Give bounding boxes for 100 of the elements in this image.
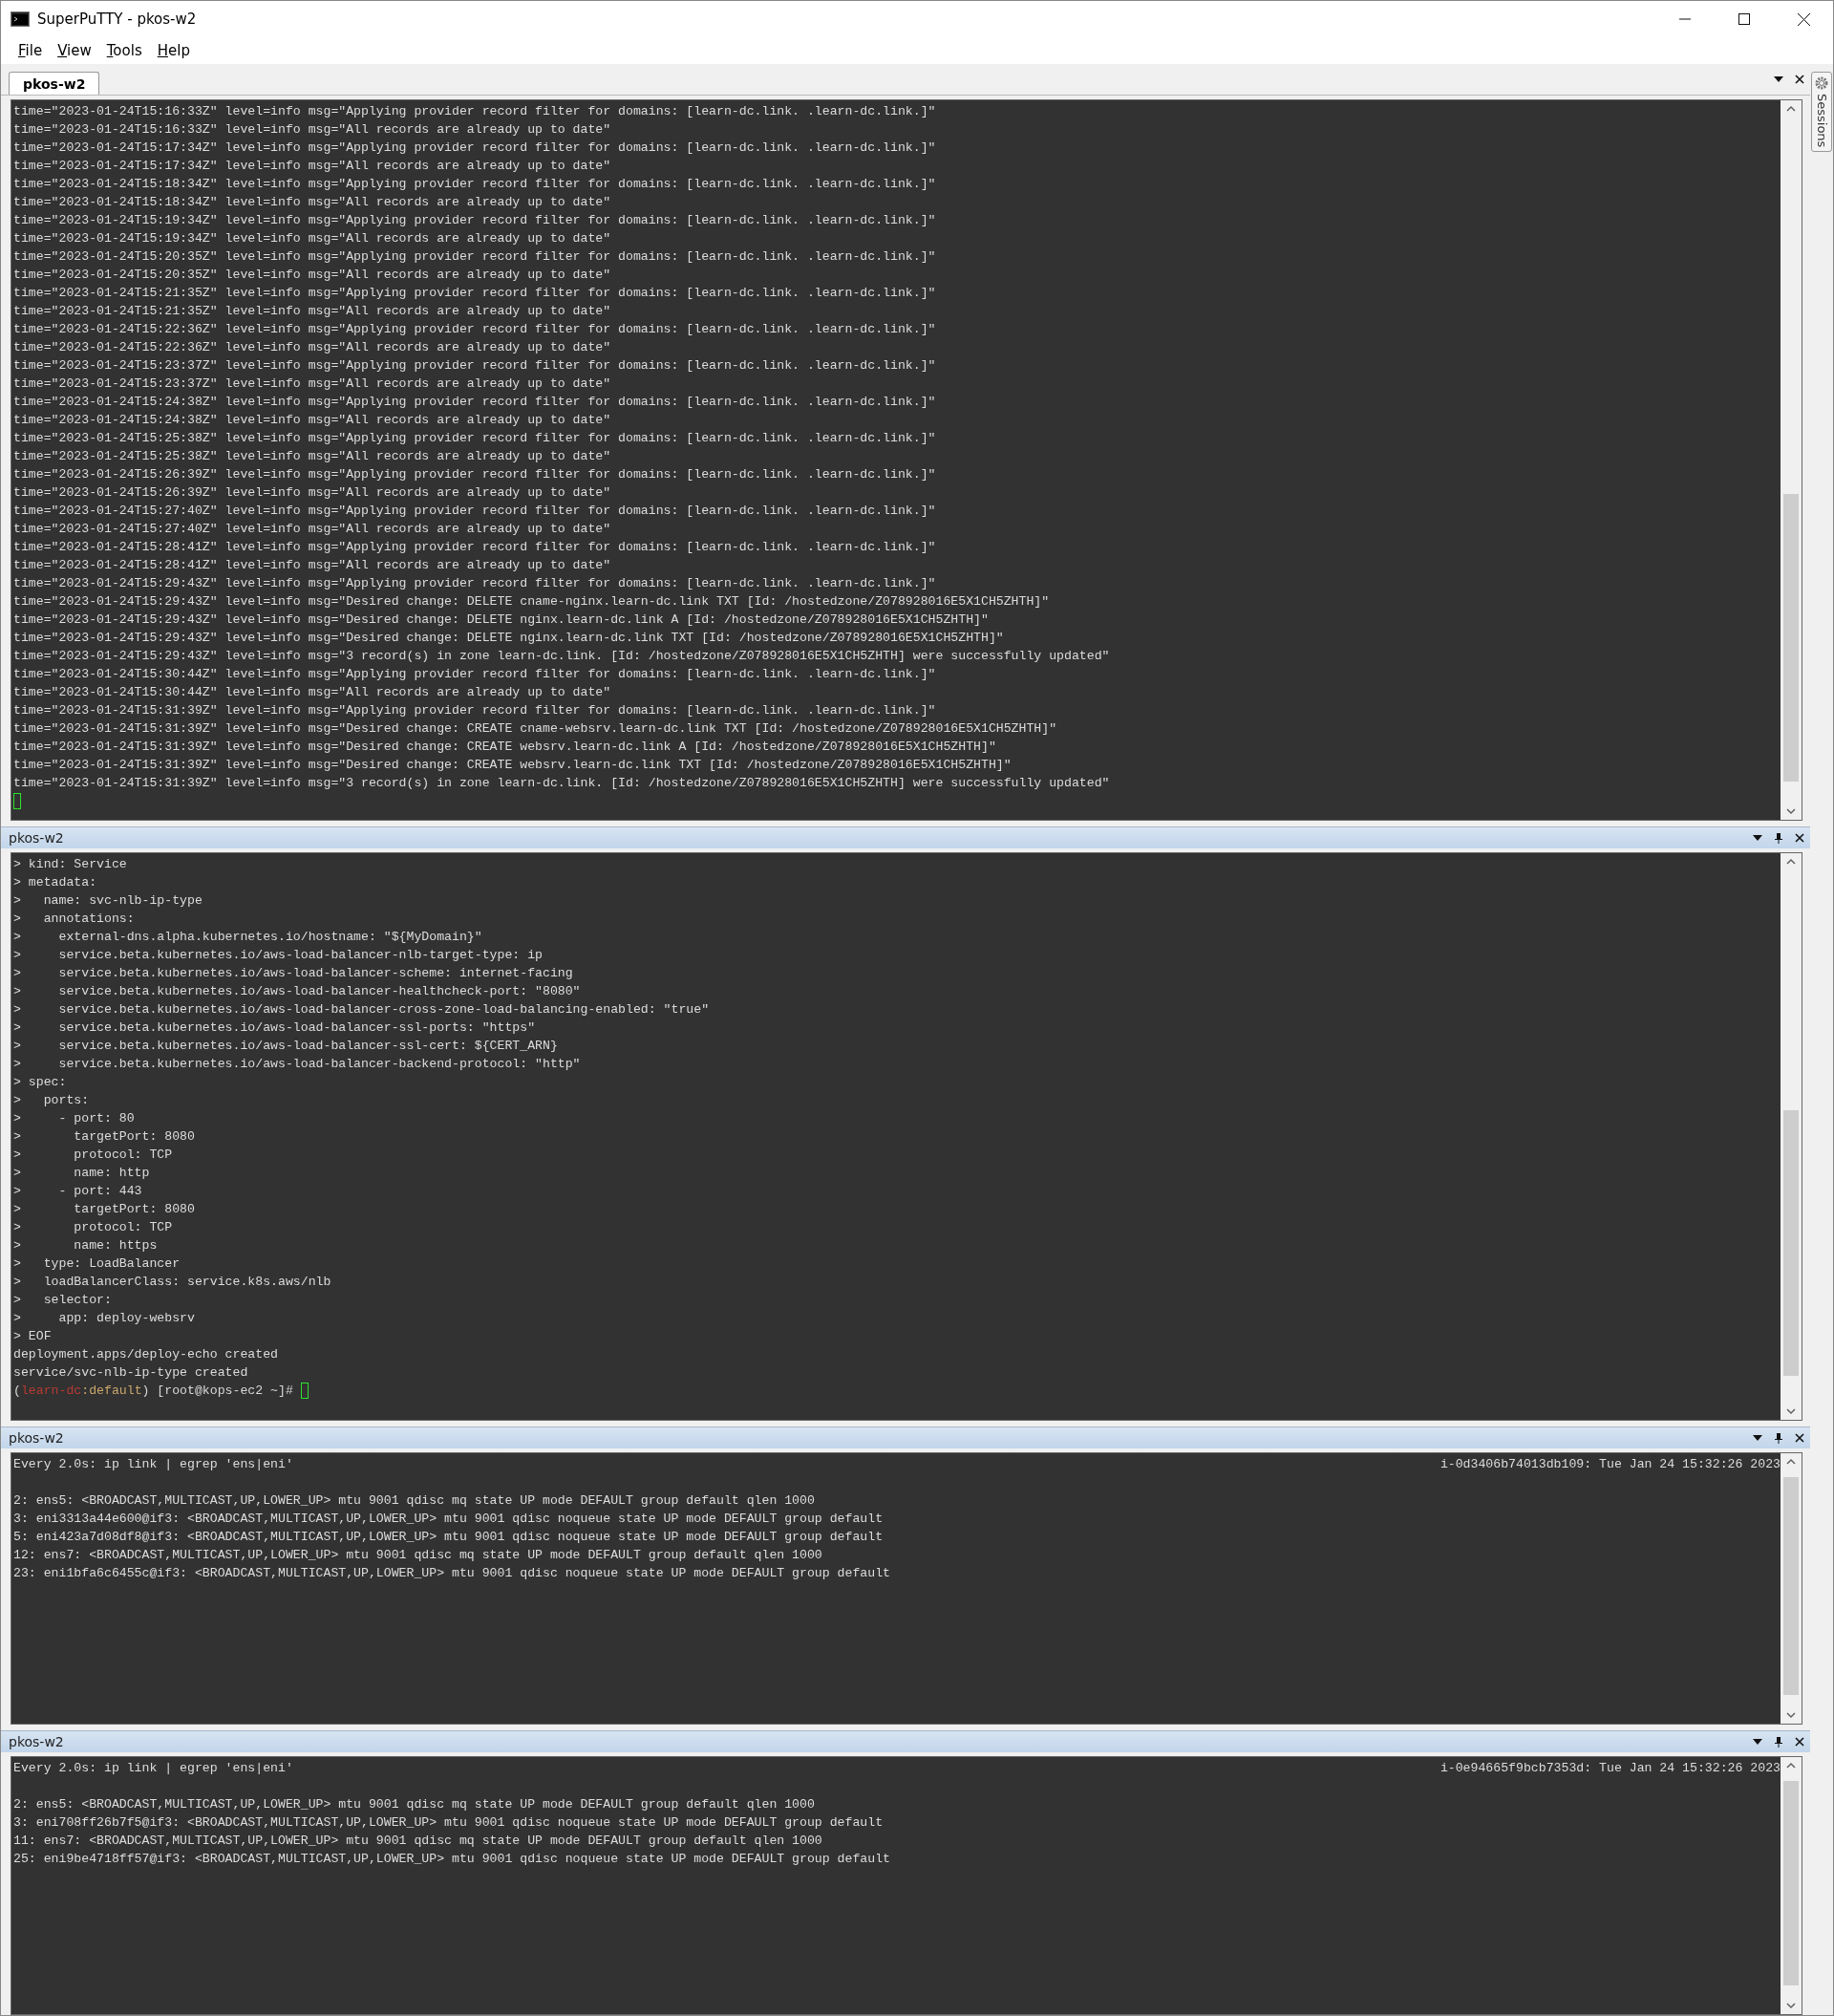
- terminal-line: > external-dns.alpha.kubernetes.io/hostname: "${MyDomain}": [13, 929, 483, 946]
- scroll-thumb[interactable]: [1783, 1781, 1799, 1986]
- menu-item[interactable]: File: [11, 40, 51, 61]
- terminal-line: time="2023-01-24T15:18:34Z" level=info msg="Applying provider record filter for domains: [learn-dc.link. .learn-dc.link.]": [13, 176, 937, 193]
- terminal-line: time="2023-01-24T15:28:41Z" level=info msg="Applying provider record filter for domains: [learn-dc.link. .learn-dc.link.]": [13, 539, 937, 556]
- terminal-line: time="2023-01-24T15:19:34Z" level=info msg="All records are already up to date": [13, 230, 612, 247]
- terminal-line: 11: ens7: <BROADCAST,MULTICAST,UP,LOWER_UP> mtu 9001 qdisc mq state UP mode DEFAULT group default qlen 1000: [13, 1833, 823, 1850]
- close-icon[interactable]: [1795, 1433, 1804, 1443]
- dropdown-icon[interactable]: [1753, 835, 1762, 841]
- terminal-line: time="2023-01-24T15:25:38Z" level=info msg="All records are already up to date": [13, 448, 612, 465]
- terminal-line: time="2023-01-24T15:29:43Z" level=info msg="Desired change: DELETE cname-nginx.learn-dc.link TXT [Id: /hostedzone/Z078928016E5X1CH5ZHTH]": [13, 593, 1051, 611]
- terminal-line: time="2023-01-24T15:30:44Z" level=info msg="Applying provider record filter for domains: [learn-dc.link. .learn-dc.link.]": [13, 666, 937, 683]
- terminal-line: time="2023-01-24T15:24:38Z" level=info msg="All records are already up to date": [13, 412, 612, 429]
- terminal-line: time="2023-01-24T15:26:39Z" level=info msg="Applying provider record filter for domains: [learn-dc.link. .learn-dc.link.]": [13, 466, 937, 483]
- terminal-line: > - port: 443: [13, 1183, 143, 1200]
- terminal-line: Every 2.0s: ip link | egrep 'ens|eni': [13, 1760, 293, 1777]
- text-cursor: [13, 793, 21, 809]
- terminal-line: time="2023-01-24T15:27:40Z" level=info msg="Applying provider record filter for domains: [learn-dc.link. .learn-dc.link.]": [13, 503, 937, 520]
- minimize-icon: [1679, 18, 1691, 20]
- scroll-thumb[interactable]: [1783, 494, 1799, 783]
- terminal-line: time="2023-01-24T15:21:35Z" level=info msg="Applying provider record filter for domains: [learn-dc.link. .learn-dc.link.]": [13, 285, 937, 302]
- terminal-line: > name: svc-nlb-ip-type: [13, 892, 203, 910]
- terminal-line: time="2023-01-24T15:27:40Z" level=info msg="All records are already up to date": [13, 521, 612, 538]
- terminal-line: > protocol: TCP: [13, 1219, 174, 1236]
- shell-prompt: (learn-dc:default) [root@kops-ec2 ~]#: [13, 1383, 293, 1398]
- terminal-line: 2: ens5: <BROADCAST,MULTICAST,UP,LOWER_UP> mtu 9001 qdisc mq state UP mode DEFAULT group default qlen 1000: [13, 1492, 816, 1510]
- terminal-line: time="2023-01-24T15:29:43Z" level=info msg="Applying provider record filter for domains: [learn-dc.link. .learn-dc.link.]": [13, 575, 937, 592]
- scroll-thumb[interactable]: [1783, 1109, 1799, 1377]
- terminal-line: > service.beta.kubernetes.io/aws-load-balancer-ssl-ports: "https": [13, 1019, 537, 1037]
- terminal-line: > service.beta.kubernetes.io/aws-load-balancer-healthcheck-port: "8080": [13, 983, 582, 1000]
- terminal-line: time="2023-01-24T15:28:41Z" level=info msg="All records are already up to date": [13, 557, 612, 574]
- terminal-line: > app: deploy-websrv: [13, 1310, 196, 1327]
- terminal-line: 12: ens7: <BROADCAST,MULTICAST,UP,LOWER_UP> mtu 9001 qdisc mq state UP mode DEFAULT group default qlen 1000: [13, 1547, 823, 1564]
- close-icon[interactable]: [1795, 75, 1804, 84]
- dropdown-icon[interactable]: [1774, 76, 1783, 82]
- terminal-line: Every 2.0s: ip link | egrep 'ens|eni': [13, 1456, 293, 1473]
- terminal-line: time="2023-01-24T15:24:38Z" level=info msg="Applying provider record filter for domains: [learn-dc.link. .learn-dc.link.]": [13, 394, 937, 411]
- terminal-line: > service.beta.kubernetes.io/aws-load-balancer-ssl-cert: ${CERT_ARN}: [13, 1038, 559, 1055]
- terminal-line: time="2023-01-24T15:31:39Z" level=info msg="Desired change: CREATE cname-websrv.learn-dc.link TXT [Id: /hostedzone/Z078928016E5X1CH5ZHTH]": [13, 720, 1058, 738]
- terminal-line: service/svc-nlb-ip-type created: [13, 1364, 249, 1382]
- terminal-line: > EOF: [13, 1328, 53, 1345]
- terminal-line: time="2023-01-24T15:23:37Z" level=info msg="Applying provider record filter for domains: [learn-dc.link. .learn-dc.link.]": [13, 357, 937, 375]
- panel-title: pkos-w2: [9, 1430, 65, 1446]
- terminal-line: 23: eni1bfa6c6455c@if3: <BROADCAST,MULTICAST,UP,LOWER_UP> mtu 9001 qdisc noqueue state UP mode DEFAULT group default: [13, 1565, 891, 1582]
- dropdown-icon[interactable]: [1753, 1435, 1762, 1441]
- terminal-line: time="2023-01-24T15:31:39Z" level=info msg="Desired change: CREATE websrv.learn-dc.link TXT [Id: /hostedzone/Z078928016E5X1CH5ZHTH]": [13, 757, 1013, 774]
- terminal-line: deployment.apps/deploy-echo created: [13, 1346, 279, 1363]
- terminal-line: > targetPort: 8080: [13, 1128, 196, 1146]
- terminal-line: > targetPort: 8080: [13, 1201, 196, 1218]
- terminal-line: time="2023-01-24T15:25:38Z" level=info msg="Applying provider record filter for domains: [learn-dc.link. .learn-dc.link.]": [13, 430, 937, 447]
- terminal-line: > kind: Service: [13, 856, 128, 873]
- panel-title: pkos-w2: [9, 830, 65, 846]
- terminal-line: time="2023-01-24T15:30:44Z" level=info msg="All records are already up to date": [13, 684, 612, 701]
- pin-icon[interactable]: [1775, 1736, 1782, 1748]
- terminal-line: time="2023-01-24T15:21:35Z" level=info msg="All records are already up to date": [13, 303, 612, 320]
- terminal-line: > ports:: [13, 1092, 91, 1109]
- terminal-line: time="2023-01-24T15:20:35Z" level=info msg="All records are already up to date": [13, 267, 612, 284]
- menu-item[interactable]: Help: [149, 40, 198, 61]
- close-icon: [1797, 12, 1810, 26]
- close-icon[interactable]: [1795, 1737, 1804, 1747]
- pin-icon[interactable]: [1775, 1432, 1782, 1444]
- terminal-line: > spec:: [13, 1074, 68, 1091]
- terminal-line: time="2023-01-24T15:22:36Z" level=info msg="All records are already up to date": [13, 339, 612, 356]
- gear-icon: [1815, 76, 1828, 90]
- terminal-line: time="2023-01-24T15:29:43Z" level=info msg="Desired change: DELETE nginx.learn-dc.link A [Id: /hostedzone/Z078928016E5X1CH5ZHTH]": [13, 611, 990, 629]
- close-icon[interactable]: [1795, 833, 1804, 843]
- terminal-line: 3: eni708ff26b7f5@if3: <BROADCAST,MULTICAST,UP,LOWER_UP> mtu 9001 qdisc noqueue state UP mode DEFAULT group default: [13, 1814, 885, 1832]
- terminal-line: 3: eni3313a44e600@if3: <BROADCAST,MULTICAST,UP,LOWER_UP> mtu 9001 qdisc noqueue state UP mode DEFAULT group default: [13, 1511, 885, 1528]
- terminal-status: i-0e94665f9bcb7353d: Tue Jan 24 15:32:26 2023: [1439, 1760, 1781, 1777]
- terminal-line: time="2023-01-24T15:26:39Z" level=info msg="All records are already up to date": [13, 484, 612, 502]
- terminal-line: time="2023-01-24T15:31:39Z" level=info msg="3 record(s) in zone learn-dc.link. [Id: /hostedzone/Z078928016E5X1CH5ZHTH] were successfully updated": [13, 775, 1111, 792]
- text-cursor: [300, 1383, 309, 1399]
- terminal-line: time="2023-01-24T15:16:33Z" level=info msg="All records are already up to date": [13, 121, 612, 139]
- terminal-line: time="2023-01-24T15:29:43Z" level=info msg="3 record(s) in zone learn-dc.link. [Id: /hostedzone/Z078928016E5X1CH5ZHTH] were successfully updated": [13, 648, 1111, 665]
- dropdown-icon[interactable]: [1753, 1739, 1762, 1745]
- terminal-line: time="2023-01-24T15:31:39Z" level=info msg="Applying provider record filter for domains: [learn-dc.link. .learn-dc.link.]": [13, 702, 937, 719]
- session-tab[interactable]: pkos-w2: [9, 72, 100, 95]
- terminal-line: > name: https: [13, 1237, 159, 1255]
- terminal-line: > name: http: [13, 1165, 151, 1182]
- terminal-line: > annotations:: [13, 911, 136, 928]
- terminal-line: time="2023-01-24T15:20:35Z" level=info msg="Applying provider record filter for domains: [learn-dc.link. .learn-dc.link.]": [13, 248, 937, 266]
- menu-item[interactable]: View: [50, 40, 99, 61]
- terminal-line: time="2023-01-24T15:16:33Z" level=info msg="Applying provider record filter for domains: [learn-dc.link. .learn-dc.link.]": [13, 103, 937, 120]
- maximize-icon: [1738, 13, 1750, 25]
- terminal-line: > service.beta.kubernetes.io/aws-load-balancer-cross-zone-load-balancing-enabled: "true": [13, 1001, 711, 1019]
- sessions-tab[interactable]: Sessions: [1811, 72, 1832, 153]
- terminal-line: time="2023-01-24T15:17:34Z" level=info msg="Applying provider record filter for domains: [learn-dc.link. .learn-dc.link.]": [13, 139, 937, 157]
- scroll-thumb[interactable]: [1783, 1477, 1799, 1695]
- window-title: SuperPuTTY - pkos-w2: [37, 11, 198, 28]
- terminal-status: i-0d3406b74013db109: Tue Jan 24 15:32:26 2023: [1439, 1456, 1781, 1473]
- terminal-line: > type: LoadBalancer: [13, 1255, 181, 1273]
- terminal-line: > service.beta.kubernetes.io/aws-load-balancer-backend-protocol: "http": [13, 1056, 582, 1073]
- terminal-line: > loadBalancerClass: service.k8s.aws/nlb: [13, 1274, 332, 1291]
- terminal-line: time="2023-01-24T15:18:34Z" level=info msg="All records are already up to date": [13, 194, 612, 211]
- terminal-line: > protocol: TCP: [13, 1147, 174, 1164]
- pin-icon[interactable]: [1775, 832, 1782, 844]
- menu-item[interactable]: Tools: [98, 40, 150, 61]
- terminal-line: time="2023-01-24T15:31:39Z" level=info msg="Desired change: CREATE websrv.learn-dc.link A [Id: /hostedzone/Z078928016E5X1CH5ZHTH]": [13, 739, 997, 756]
- terminal-line: > service.beta.kubernetes.io/aws-load-balancer-nlb-target-type: ip: [13, 947, 544, 964]
- terminal-line: 5: eni423a7d08df8@if3: <BROADCAST,MULTICAST,UP,LOWER_UP> mtu 9001 qdisc noqueue state UP mode DEFAULT group default: [13, 1529, 885, 1546]
